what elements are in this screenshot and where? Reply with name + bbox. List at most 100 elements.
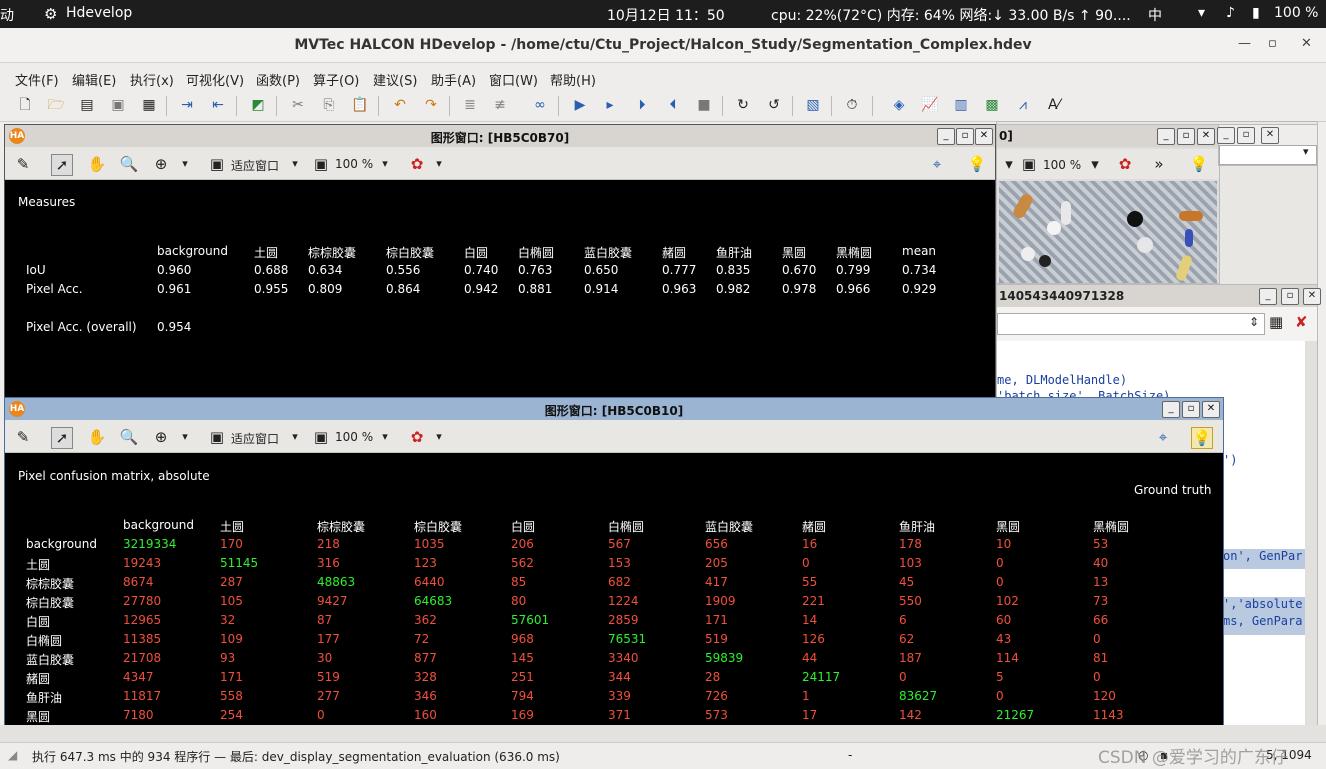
menu-suggestions[interactable]: 建议(S)	[373, 70, 417, 89]
image-window-bulb-icon[interactable]: 💡	[1189, 154, 1209, 174]
code-line-4[interactable]: on', GenPar	[1223, 549, 1302, 563]
print-icon[interactable]: ▦	[139, 95, 159, 115]
variable-window-minimize-icon[interactable]: _	[1259, 288, 1277, 305]
set-color-icon[interactable]: ✿	[407, 427, 427, 447]
pill-image[interactable]	[999, 181, 1217, 283]
input-method[interactable]: 中	[1148, 5, 1162, 25]
fit-window-label[interactable]: 适应窗口	[231, 430, 279, 447]
menu-assistants[interactable]: 助手(A)	[431, 70, 476, 89]
edit-graphics-icon[interactable]: ✎	[13, 427, 33, 447]
menu-help[interactable]: 帮助(H)	[550, 70, 596, 89]
graphics-window-1-close-icon[interactable]: ✕	[975, 128, 993, 145]
program-editor-scrollbar[interactable]	[1305, 341, 1317, 741]
reset-procedure-icon[interactable]: ↺	[764, 95, 784, 115]
fit-window-label[interactable]: 适应窗口	[231, 157, 279, 174]
coordinates-icon[interactable]: ⌖	[927, 154, 947, 174]
image-window-color-icon[interactable]: ✿	[1115, 154, 1135, 174]
open-file-icon[interactable]: 🗁	[46, 95, 66, 115]
export-icon[interactable]: ⇤	[208, 95, 228, 115]
image-window-2-minimize-icon[interactable]: _	[1217, 127, 1235, 144]
zoom-in-icon[interactable]: ⊕	[151, 154, 171, 174]
horizontal-scrollbar[interactable]	[0, 725, 1326, 742]
save-icon[interactable]: ▣	[108, 95, 128, 115]
menu-edit[interactable]: 编辑(E)	[72, 70, 116, 89]
code-line-1[interactable]: me, DLModelHandle)	[997, 373, 1127, 387]
bulb-icon[interactable]: 💡	[1191, 427, 1213, 449]
pointer-icon[interactable]: ➚	[51, 154, 73, 176]
graphics-window-1-titlebar[interactable]: HA 图形窗口: [HB5C0B70] _ ▫ ✕	[5, 125, 995, 147]
reset-program-icon[interactable]: ↻	[733, 95, 753, 115]
datetime[interactable]: 10月12日 11：50	[607, 5, 725, 25]
graphics-window-2-minimize-icon[interactable]: _	[1162, 401, 1180, 418]
step-over-icon[interactable]: ▸	[600, 95, 620, 115]
image-acquisition-icon[interactable]: ◈	[889, 95, 909, 115]
redo-icon[interactable]: ↷	[421, 95, 441, 115]
step-out-icon[interactable]: ⏴	[663, 95, 683, 115]
undo-icon[interactable]: ↶	[390, 95, 410, 115]
zoom-percent-dropdown-icon[interactable]: ▾	[375, 154, 395, 174]
fit-window-icon[interactable]: ▣	[207, 154, 227, 174]
image-window-maximize-icon[interactable]: ▫	[1177, 128, 1195, 145]
histogram-icon[interactable]: 📈	[920, 95, 940, 115]
image-window-2-selector-arrow-icon[interactable]: ▾	[1303, 145, 1309, 158]
fit-window-dropdown-icon[interactable]: ▾	[285, 427, 305, 447]
code-line-3[interactable]: ')	[1223, 453, 1237, 467]
cut-icon[interactable]: ✂	[288, 95, 308, 115]
maximize-icon[interactable]: ▫	[1268, 36, 1277, 51]
set-color-dropdown-icon[interactable]: ▾	[429, 427, 449, 447]
coordinates-icon[interactable]: ⌖	[1153, 427, 1173, 447]
variable-window-close-icon[interactable]: ✕	[1303, 288, 1321, 305]
activities-label[interactable]: 动	[0, 5, 14, 25]
fit-window-dropdown-icon[interactable]: ▾	[285, 154, 305, 174]
edit-graphics-icon[interactable]: ✎	[13, 154, 33, 174]
image-window-zoom-dropdown-icon[interactable]: ▾	[1085, 154, 1105, 174]
set-color-dropdown-icon[interactable]: ▾	[429, 154, 449, 174]
menu-operators[interactable]: 算子(O)	[313, 70, 359, 89]
profiler-icon[interactable]: ⏱	[842, 95, 862, 115]
line-profile-icon[interactable]: ▥	[951, 95, 971, 115]
bulb-icon[interactable]: 💡	[967, 154, 987, 174]
program-analysis-icon[interactable]: ▧	[803, 95, 823, 115]
procedure-selector-arrow-icon[interactable]: ⇕	[1249, 315, 1259, 329]
new-file-icon[interactable]: 🗋	[15, 95, 35, 115]
graphics-window-1-canvas[interactable]: Measures background 土圆 棕棕胶囊 棕白胶囊 白圆 白椭圆 …	[5, 180, 995, 410]
menu-procedures[interactable]: 函数(P)	[256, 70, 300, 89]
graphics-window-1-minimize-icon[interactable]: _	[937, 128, 955, 145]
variable-window-maximize-icon[interactable]: ▫	[1281, 288, 1299, 305]
graphics-window-2-close-icon[interactable]: ✕	[1202, 401, 1220, 418]
open-example-icon[interactable]: ▤	[77, 95, 97, 115]
paste-icon[interactable]: 📋	[350, 95, 370, 115]
run-icon[interactable]: ▶	[570, 95, 590, 115]
image-window-more-icon[interactable]: »	[1149, 154, 1169, 174]
image-window-zoom-icon[interactable]: ▣	[1019, 154, 1039, 174]
feature-histogram-icon[interactable]: ⩘	[1013, 95, 1033, 115]
volume-icon[interactable]: ♪	[1226, 5, 1235, 21]
system-stats[interactable]: cpu: 22%(72°C) 内存: 64% 网络:↓ 33.00 B/s ↑ …	[771, 5, 1131, 25]
pan-hand-icon[interactable]: ✋	[87, 154, 107, 174]
find-icon[interactable]: ∞	[530, 95, 550, 115]
stop-icon[interactable]: ■	[694, 95, 714, 115]
program-window-icon[interactable]: ◩	[248, 95, 268, 115]
set-color-icon[interactable]: ✿	[407, 154, 427, 174]
menu-window[interactable]: 窗口(W)	[489, 70, 538, 89]
menu-visualize[interactable]: 可视化(V)	[186, 70, 244, 89]
gray-histogram-icon[interactable]: ▩	[982, 95, 1002, 115]
magnify-icon[interactable]: 🔍	[119, 427, 139, 447]
zoom-percent-dropdown-icon[interactable]: ▾	[375, 427, 395, 447]
code-line-6[interactable]: ms, GenPara	[1223, 614, 1302, 628]
zoom-dropdown-icon[interactable]: ▾	[175, 154, 195, 174]
app-name[interactable]: Hdevelop	[66, 5, 132, 21]
zoom-dropdown-icon[interactable]: ▾	[175, 427, 195, 447]
graphics-window-2-canvas[interactable]: Pixel confusion matrix, absolute Ground …	[5, 453, 1223, 726]
copy-icon[interactable]: ⎘	[319, 95, 339, 115]
ocr-assistant-icon[interactable]: A⁄	[1044, 95, 1064, 115]
zoom-in-icon[interactable]: ⊕	[151, 427, 171, 447]
close-icon[interactable]: ✕	[1301, 36, 1312, 51]
graphics-window-2-titlebar[interactable]: HA 图形窗口: [HB5C0B10] _ ▫ ✕	[5, 398, 1223, 420]
pan-hand-icon[interactable]: ✋	[87, 427, 107, 447]
image-window-2-maximize-icon[interactable]: ▫	[1237, 127, 1255, 144]
image-window-close-icon[interactable]: ✕	[1197, 128, 1215, 145]
uncomment-icon[interactable]: ≢	[490, 95, 510, 115]
code-line-2[interactable]: 'batch_size', BatchSize)	[997, 389, 1170, 397]
menu-execute[interactable]: 执行(x)	[130, 70, 174, 89]
